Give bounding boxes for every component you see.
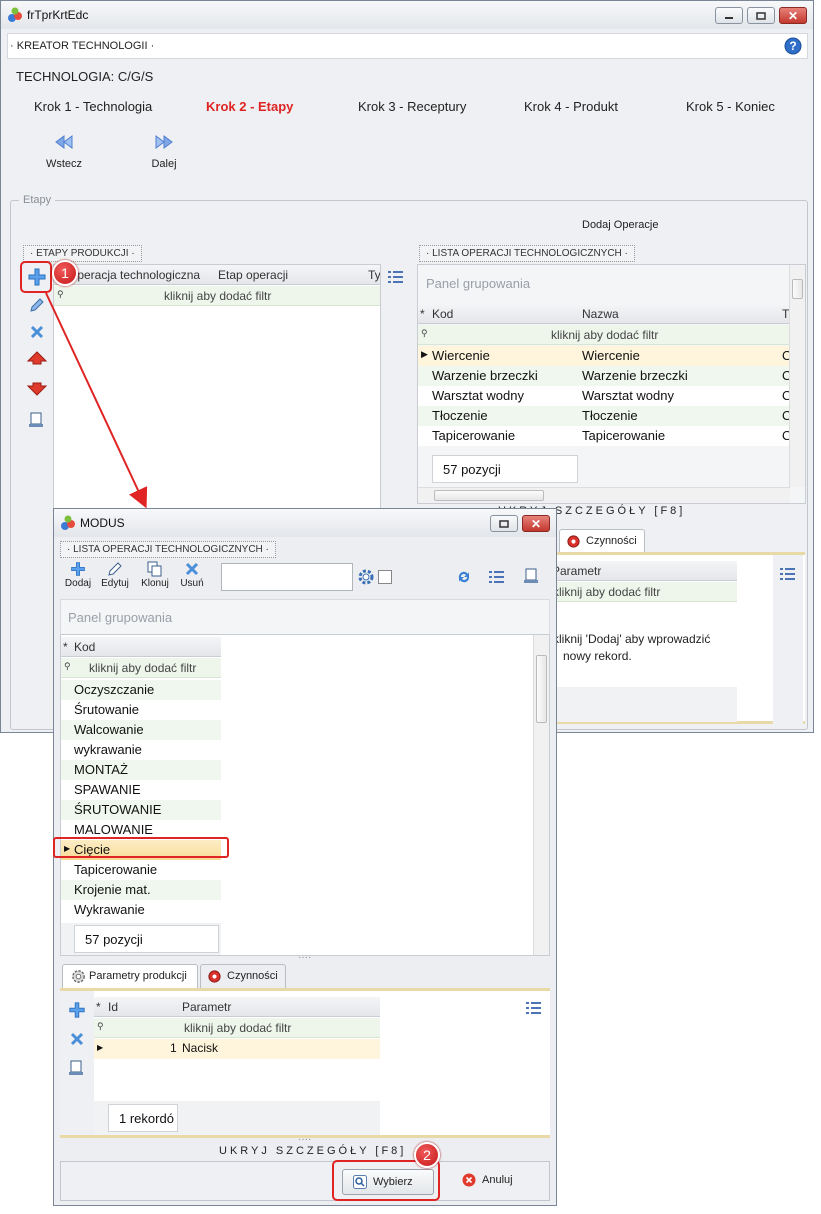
callout-box-selected-row	[53, 837, 229, 858]
callout-badge-2: 2	[414, 1142, 440, 1168]
callout-arrow	[45, 292, 148, 509]
callout-box-add	[20, 261, 52, 293]
callout-badge-1: 1	[52, 260, 78, 286]
